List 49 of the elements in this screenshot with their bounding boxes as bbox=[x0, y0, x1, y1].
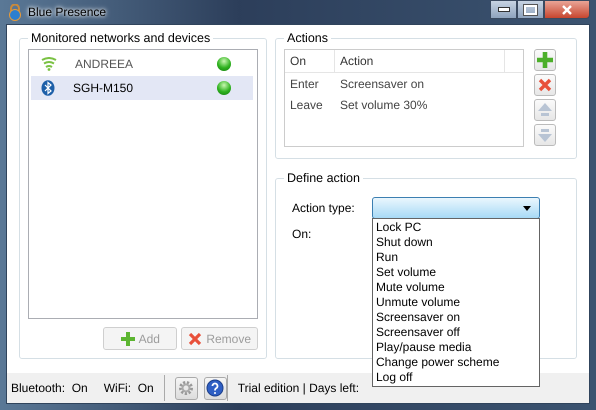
dropdown-option[interactable]: Screensaver off bbox=[376, 325, 536, 340]
close-icon bbox=[561, 4, 573, 14]
device-item[interactable]: ANDREEA bbox=[31, 52, 253, 76]
group-title: Define action bbox=[286, 171, 361, 185]
field-label: Action type: bbox=[292, 201, 356, 215]
help-icon bbox=[206, 379, 224, 397]
delete-action-button[interactable] bbox=[534, 74, 556, 96]
window-title: Blue Presence bbox=[28, 5, 106, 19]
settings-button[interactable] bbox=[174, 376, 198, 400]
close-button[interactable] bbox=[544, 0, 590, 19]
dropdown-option[interactable]: Unmute volume bbox=[376, 295, 536, 310]
dropdown-option[interactable]: Lock PC bbox=[376, 220, 536, 235]
dropdown-option[interactable]: Change power scheme bbox=[376, 355, 536, 370]
wifi-icon bbox=[41, 57, 57, 71]
padlock-icon bbox=[8, 4, 22, 20]
trial-status: Trial edition | Days left: bbox=[238, 381, 360, 395]
dropdown-option[interactable]: Log off bbox=[376, 370, 536, 385]
cross-icon bbox=[538, 78, 552, 92]
gear-icon bbox=[178, 380, 194, 396]
plus-icon bbox=[537, 52, 553, 68]
status-light-icon bbox=[217, 57, 231, 71]
maximize-button[interactable] bbox=[517, 0, 544, 19]
table-row[interactable]: Enter Screensaver on bbox=[285, 73, 523, 94]
wifi-status: WiFi: On bbox=[104, 381, 154, 395]
group-title: Monitored networks and devices bbox=[30, 31, 212, 45]
column-header[interactable]: On bbox=[285, 50, 335, 72]
device-item[interactable]: SGH-M150 bbox=[31, 76, 253, 100]
table-row[interactable]: Leave Set volume 30% bbox=[285, 94, 523, 115]
help-button[interactable] bbox=[204, 376, 227, 400]
bluetooth-status: Bluetooth: On bbox=[11, 381, 88, 395]
up-arrow-icon bbox=[537, 102, 553, 118]
dropdown-option[interactable]: Mute volume bbox=[376, 280, 536, 295]
column-header[interactable]: Action bbox=[335, 50, 505, 72]
plus-icon bbox=[120, 332, 135, 346]
dropdown-option[interactable]: Play/pause media bbox=[376, 340, 536, 355]
status-light-icon bbox=[217, 81, 231, 95]
add-action-button[interactable] bbox=[534, 49, 556, 71]
group-title: Actions bbox=[286, 31, 329, 45]
cross-icon bbox=[188, 332, 202, 346]
caret-icon bbox=[523, 206, 531, 210]
dropdown-option[interactable]: Shut down bbox=[376, 235, 536, 250]
field-label: On: bbox=[292, 227, 312, 241]
minimize-button[interactable] bbox=[490, 0, 517, 19]
bluetooth-icon bbox=[41, 80, 55, 96]
dropdown-option[interactable]: Set volume bbox=[376, 265, 536, 280]
dropdown-option[interactable]: Run bbox=[376, 250, 536, 265]
down-arrow-icon bbox=[537, 127, 553, 143]
dropdown-option[interactable]: Screensaver on bbox=[376, 310, 536, 325]
action-type-dropdown[interactable] bbox=[372, 197, 540, 219]
